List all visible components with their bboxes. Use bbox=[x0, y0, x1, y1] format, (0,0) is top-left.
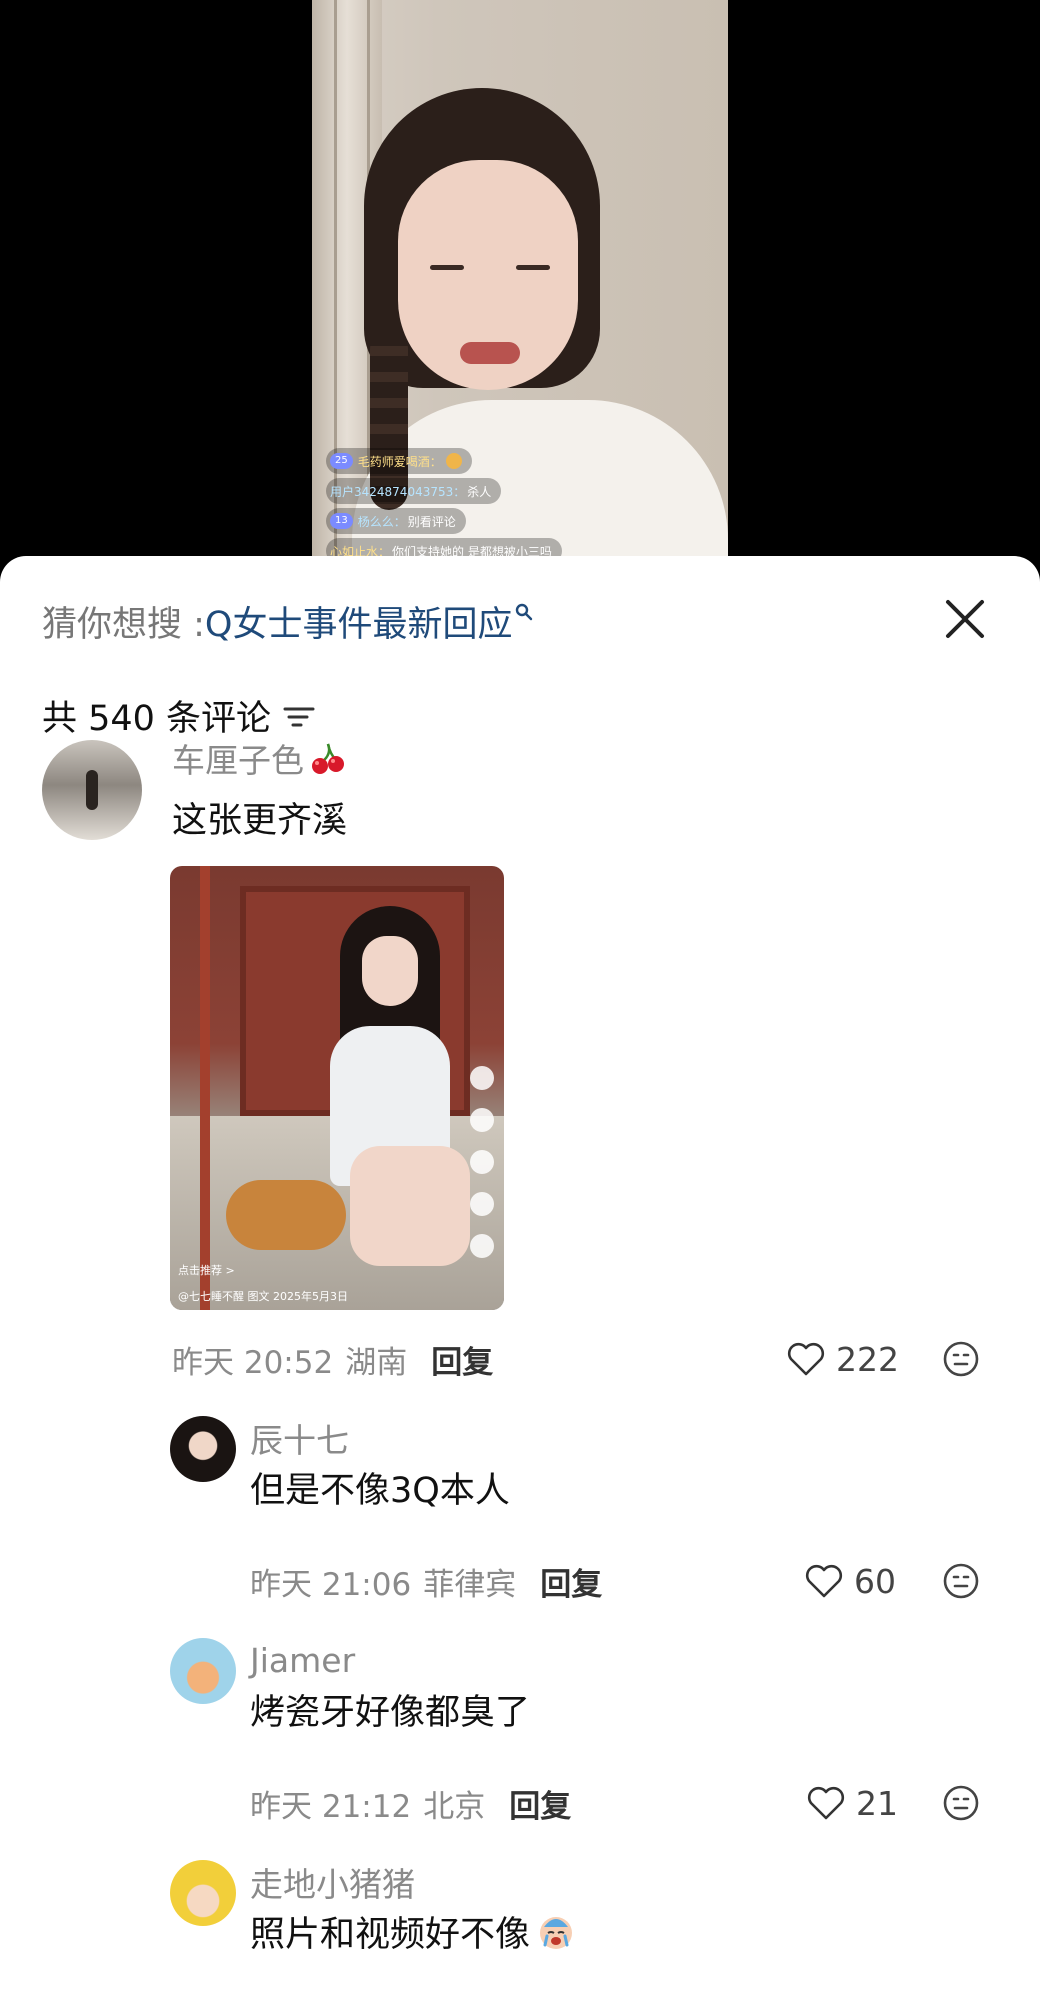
fan-level-badge: 13 bbox=[330, 513, 353, 529]
close-icon[interactable] bbox=[938, 592, 992, 646]
comment-username[interactable]: 走地小猪猪 bbox=[250, 1860, 415, 1904]
like-button[interactable]: 60 bbox=[804, 1556, 896, 1606]
live-comment-feed: 25 毛药师爱喝酒： 用户3424874043753： 杀人 13 杨么么： 别… bbox=[326, 448, 626, 568]
fan-level-badge: 25 bbox=[330, 453, 353, 469]
photo-caption: @七七睡不醒 图文 2025年5月3日 bbox=[178, 1290, 348, 1303]
comment-location: 湖南 bbox=[345, 1344, 408, 1381]
search-suggestion-query[interactable]: Q女士事件最新回应 bbox=[205, 596, 513, 647]
reply-button[interactable]: 回复 bbox=[509, 1781, 571, 1826]
avatar-figure bbox=[86, 770, 98, 810]
comment-text: 这张更齐溪 bbox=[172, 800, 348, 841]
photo-girl-legs bbox=[350, 1146, 470, 1266]
avatar[interactable] bbox=[42, 740, 142, 840]
comment-time: 昨天 21:12 bbox=[250, 1788, 412, 1825]
comment-time: 昨天 21:06 bbox=[250, 1566, 412, 1603]
heart-outline-icon bbox=[787, 1342, 825, 1376]
live-comment-user: 杨么么： bbox=[357, 514, 406, 529]
search-icon bbox=[516, 603, 533, 621]
like-button[interactable]: 222 bbox=[786, 1334, 899, 1384]
photo-cat bbox=[226, 1180, 346, 1250]
live-video-frame[interactable]: 25 毛药师爱喝酒： 用户3424874043753： 杀人 13 杨么么： 别… bbox=[312, 0, 728, 600]
emoji-face-icon[interactable] bbox=[942, 1562, 980, 1600]
photo-share-icon bbox=[470, 1234, 494, 1258]
live-comment-user: 用户3424874043753： bbox=[330, 484, 466, 499]
comment-username[interactable]: 车厘子色 bbox=[172, 736, 348, 780]
comment-username[interactable]: Jiamer bbox=[250, 1638, 355, 1682]
live-comment-text: 别看评论 bbox=[407, 514, 456, 529]
comment-time: 昨天 20:52 bbox=[172, 1344, 334, 1381]
photo-recommend-text: 点击推荐 > bbox=[178, 1264, 235, 1277]
comment-panel: 猜你想搜 : Q女士事件最新回应 共 540 条评论 车厘子色 这张更齐溪 点击… bbox=[0, 556, 1040, 2015]
comment-username[interactable]: 辰十七 bbox=[250, 1416, 349, 1460]
photo-avatar-icon bbox=[470, 1066, 494, 1090]
comment-text: 照片和视频好不像 bbox=[250, 1906, 578, 1956]
streamer-eye bbox=[430, 265, 464, 270]
photo-pole bbox=[200, 866, 210, 1310]
live-comment-text: 杀人 bbox=[467, 484, 492, 499]
cherry-emoji-icon bbox=[312, 743, 344, 774]
live-video-area[interactable]: 25 毛药师爱喝酒： 用户3424874043753： 杀人 13 杨么么： 别… bbox=[0, 0, 1040, 600]
reply-button[interactable]: 回复 bbox=[540, 1559, 602, 1604]
emoji-face-icon[interactable] bbox=[942, 1784, 980, 1822]
comment-meta: 昨天 21:12 北京 回复 bbox=[250, 1778, 571, 1828]
comment-username-text: 车厘子色 bbox=[172, 741, 304, 780]
streamer-eye bbox=[516, 265, 550, 270]
heart-outline-icon bbox=[807, 1786, 845, 1820]
like-count: 21 bbox=[856, 1783, 898, 1823]
search-suggestion[interactable]: 猜你想搜 : Q女士事件最新回应 bbox=[42, 596, 534, 646]
comment-location: 北京 bbox=[423, 1788, 486, 1825]
comment-text: 但是不像3Q本人 bbox=[250, 1470, 510, 1511]
crying-baby-emoji-icon bbox=[540, 1917, 573, 1949]
live-comment: 13 杨么么： 别看评论 bbox=[326, 508, 466, 534]
laughing-emoji-icon bbox=[445, 453, 462, 469]
heart-outline-icon bbox=[805, 1564, 843, 1598]
photo-comment-icon bbox=[470, 1150, 494, 1174]
live-comment: 25 毛药师爱喝酒： bbox=[326, 448, 472, 474]
like-count: 222 bbox=[836, 1339, 899, 1379]
comment-meta: 昨天 20:52 湖南 回复 bbox=[172, 1334, 493, 1384]
avatar[interactable] bbox=[170, 1416, 236, 1482]
comment-meta: 昨天 21:06 菲律宾 回复 bbox=[250, 1556, 602, 1606]
avatar[interactable] bbox=[170, 1638, 236, 1704]
search-suggestion-label: 猜你想搜 : bbox=[42, 604, 205, 645]
comment-text: 烤瓷牙好像都臭了 bbox=[250, 1692, 531, 1733]
like-button[interactable]: 21 bbox=[806, 1778, 898, 1828]
emoji-face-icon[interactable] bbox=[942, 1340, 980, 1378]
reply-button[interactable]: 回复 bbox=[431, 1337, 493, 1382]
live-comment: 用户3424874043753： 杀人 bbox=[326, 478, 502, 504]
sort-icon[interactable] bbox=[281, 700, 317, 732]
streamer-lips bbox=[460, 342, 520, 364]
comment-location: 菲律宾 bbox=[423, 1566, 517, 1603]
like-count: 60 bbox=[854, 1561, 896, 1601]
photo-side-icons bbox=[470, 1066, 496, 1276]
photo-star-icon bbox=[470, 1192, 494, 1216]
photo-girl-face bbox=[362, 936, 418, 1006]
comment-text-content: 照片和视频好不像 bbox=[250, 1914, 531, 1955]
avatar[interactable] bbox=[170, 1860, 236, 1926]
photo-heart-icon bbox=[470, 1108, 494, 1132]
live-comment-user: 毛药师爱喝酒： bbox=[357, 454, 442, 469]
comment-attached-photo[interactable]: 点击推荐 > @七七睡不醒 图文 2025年5月3日 bbox=[170, 866, 504, 1310]
